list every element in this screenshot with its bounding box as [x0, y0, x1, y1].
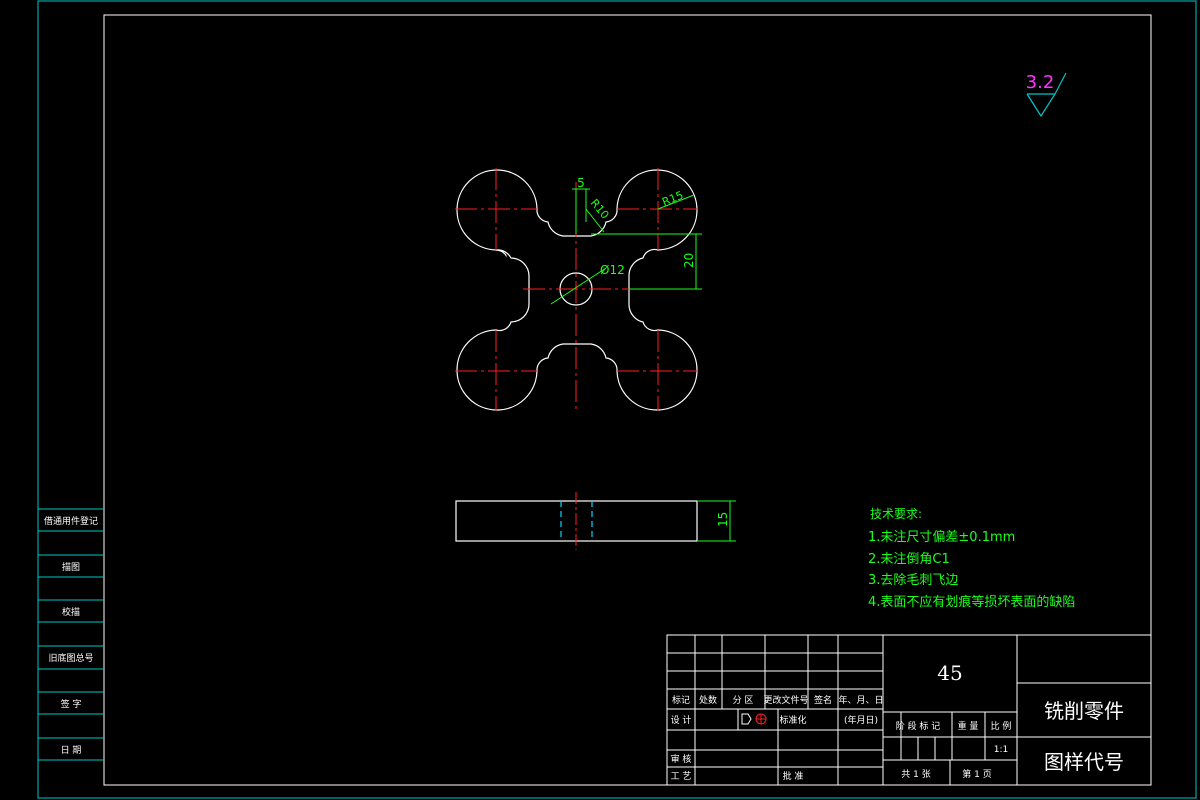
label-date-hint: (年月日): [844, 714, 878, 726]
stamp-label-date: 日 期: [61, 745, 82, 756]
label-process: 工 艺: [671, 771, 692, 782]
scale-value: 1:1: [994, 745, 1008, 755]
stamp-label-old-number: 旧底图总号: [48, 652, 93, 664]
dim-15: 15: [716, 512, 730, 527]
hdr-zone: 分 区: [733, 695, 754, 706]
sheet-number: 第 1 页: [962, 768, 991, 780]
tech-requirements: 技术要求: 1.未注尺寸偏差±0.1mm 2.未注倒角C1 3.去除毛刺飞边 4…: [868, 507, 1075, 610]
surface-finish-symbol: 3.2: [1026, 72, 1067, 118]
label-standardize: 标准化: [779, 714, 806, 726]
label-approve: 批 准: [783, 770, 804, 782]
tech-item-2: 2.未注倒角C1: [868, 552, 950, 567]
dim-20: 20: [682, 253, 696, 268]
dim-r10: R10: [588, 197, 612, 222]
material-text: 45: [937, 661, 962, 685]
dim-dia12: Ø12: [600, 263, 625, 277]
roughness-value: 3.2: [1026, 72, 1055, 93]
hdr-count: 处数: [699, 694, 717, 706]
tech-item-1: 1.未注尺寸偏差±0.1mm: [868, 530, 1015, 545]
inner-frame: [103, 14, 1152, 786]
hdr-signature: 签名: [814, 694, 832, 706]
dimensions: [550, 188, 736, 542]
side-stamp: 借通用件登记 描图 校描 旧底图总号 签 字 日 期: [38, 508, 104, 761]
dim-5: 5: [577, 176, 585, 190]
label-scale: 比 例: [991, 720, 1012, 732]
hdr-date: 年、月、日: [838, 694, 883, 706]
stamp-label-check: 校描: [62, 606, 80, 618]
part-name: 铣削零件: [1044, 699, 1124, 723]
label-design: 设 计: [671, 714, 692, 726]
label-stage-mark: 阶 段 标 记: [896, 720, 941, 732]
standardization-icon: [741, 713, 767, 725]
tech-item-4: 4.表面不应有划痕等损坏表面的缺陷: [868, 594, 1075, 610]
stamp-label-signature: 签 字: [61, 698, 82, 710]
drawing-code: 图样代号: [1044, 750, 1124, 774]
hdr-mark: 标记: [672, 694, 690, 706]
dim-r15: R15: [660, 189, 685, 209]
stamp-label-borrow: 借通用件登记: [44, 515, 98, 527]
label-review: 审 核: [671, 753, 692, 765]
hdr-change-doc: 更改文件号: [763, 694, 808, 706]
part-outline-top-view: [456, 169, 698, 411]
label-weight: 重 量: [958, 720, 979, 732]
tech-title: 技术要求:: [870, 507, 922, 521]
tech-item-3: 3.去除毛刺飞边: [868, 573, 958, 588]
outer-frame: [37, 0, 1197, 799]
sheets-total: 共 1 张: [901, 769, 930, 780]
stamp-label-trace: 描图: [62, 561, 80, 573]
drawing-sheet: 借通用件登记 描图 校描 旧底图总号 签 字 日 期 3.2 5 R10 R15…: [37, 0, 1197, 799]
